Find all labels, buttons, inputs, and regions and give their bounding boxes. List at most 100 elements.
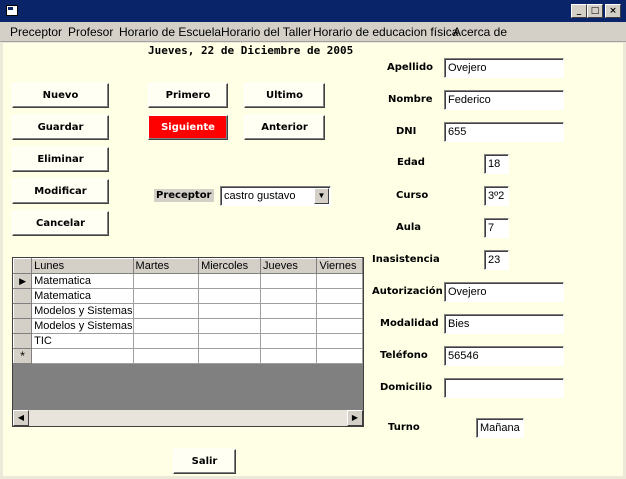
column-header-viernes[interactable]: Viernes — [316, 258, 363, 274]
grid-cell[interactable] — [198, 333, 262, 349]
grid-cell[interactable] — [316, 318, 363, 334]
table-row[interactable]: ▶ Matematica — [13, 273, 363, 289]
table-row[interactable]: Modelos y Sistemas — [13, 303, 363, 319]
grid-cell[interactable]: TIC — [31, 333, 134, 349]
cancelar-button[interactable]: Cancelar — [12, 211, 109, 236]
table-row[interactable]: TIC — [13, 333, 363, 349]
row-selector[interactable] — [13, 318, 33, 334]
app-icon — [6, 5, 18, 16]
grid-cell[interactable] — [132, 273, 200, 289]
nuevo-button[interactable]: Nuevo — [12, 83, 109, 108]
apellido-label: Apellido — [387, 62, 433, 73]
grid-cell[interactable] — [198, 288, 262, 304]
row-selector[interactable] — [13, 303, 33, 319]
table-row[interactable]: Matematica — [13, 288, 363, 304]
grid-cell[interactable] — [316, 348, 363, 364]
grid-cell[interactable] — [198, 348, 262, 364]
grid-cell[interactable] — [260, 303, 318, 319]
grid-cell[interactable]: Modelos y Sistemas — [31, 318, 134, 334]
row-selector[interactable] — [13, 333, 33, 349]
column-header-lunes[interactable]: Lunes — [31, 258, 134, 274]
grid-cell[interactable] — [198, 318, 262, 334]
domicilio-field[interactable] — [444, 378, 564, 398]
menu-bar: Preceptor Profesor Horario de Escuela Ho… — [0, 22, 626, 42]
grid-cell[interactable] — [31, 348, 134, 364]
modalidad-field[interactable]: Bies — [444, 314, 564, 334]
preceptor-label: Preceptor — [154, 189, 214, 202]
telefono-label: Teléfono — [380, 350, 428, 361]
grid-cell[interactable] — [260, 348, 318, 364]
menu-preceptor[interactable]: Preceptor — [10, 25, 62, 39]
nombre-label: Nombre — [388, 94, 433, 105]
grid-cell[interactable]: Matematica — [31, 288, 134, 304]
primero-button[interactable]: Primero — [148, 83, 228, 108]
grid-cell[interactable]: Matematica — [31, 273, 134, 289]
table-row[interactable]: Modelos y Sistemas — [13, 318, 363, 334]
edad-field[interactable]: 18 — [484, 154, 509, 174]
grid-corner — [13, 258, 33, 274]
curso-field[interactable]: 3º2 — [484, 186, 509, 206]
autorizacion-field[interactable]: Ovejero — [444, 282, 564, 302]
ultimo-button[interactable]: Ultimo — [244, 83, 325, 108]
grid-cell[interactable] — [198, 273, 262, 289]
grid-cell[interactable] — [132, 303, 200, 319]
menu-horario-escuela[interactable]: Horario de Escuela — [119, 25, 221, 39]
chevron-down-icon[interactable]: ▼ — [314, 188, 329, 204]
schedule-grid[interactable]: Lunes Martes Miercoles Jueves Viernes ▶ … — [12, 257, 364, 427]
aula-label: Aula — [396, 222, 422, 233]
grid-cell[interactable] — [260, 288, 318, 304]
table-row-new[interactable]: * — [13, 348, 363, 364]
close-button[interactable]: × — [605, 4, 621, 18]
modificar-button[interactable]: Modificar — [12, 179, 109, 204]
anterior-button[interactable]: Anterior — [244, 115, 325, 140]
dni-field[interactable]: 655 — [444, 122, 564, 142]
current-row-icon: ▶ — [13, 273, 33, 289]
guardar-button[interactable]: Guardar — [12, 115, 109, 140]
scroll-left-icon[interactable]: ◀ — [13, 410, 29, 426]
grid-cell[interactable] — [132, 333, 200, 349]
preceptor-combo-value: castro gustavo — [224, 190, 296, 202]
grid-cell[interactable] — [316, 288, 363, 304]
menu-horario-educacion-fisica[interactable]: Horario de educacion física — [313, 25, 458, 39]
eliminar-button[interactable]: Eliminar — [12, 147, 109, 172]
maximize-button[interactable]: □ — [587, 4, 603, 18]
grid-cell[interactable] — [316, 273, 363, 289]
curso-label: Curso — [396, 190, 429, 201]
scroll-right-icon[interactable]: ▶ — [347, 410, 363, 426]
horizontal-scrollbar[interactable]: ◀ ▶ — [13, 410, 363, 426]
row-selector[interactable] — [13, 288, 33, 304]
grid-cell[interactable] — [132, 348, 200, 364]
telefono-field[interactable]: 56546 — [444, 346, 564, 366]
grid-cell[interactable] — [132, 288, 200, 304]
grid-cell[interactable] — [260, 333, 318, 349]
grid-cell[interactable] — [316, 303, 363, 319]
siguiente-button[interactable]: Siguiente — [148, 115, 228, 140]
salir-button[interactable]: Salir — [173, 449, 236, 474]
date-header: Jueves, 22 de Diciembre de 2005 — [148, 44, 354, 57]
aula-field[interactable]: 7 — [484, 218, 509, 238]
autorizacion-label: Autorización — [372, 286, 443, 297]
apellido-field[interactable]: Ovejero — [444, 58, 564, 78]
turno-field[interactable]: Mañana — [476, 418, 524, 438]
menu-horario-taller[interactable]: Horario del Taller — [221, 25, 312, 39]
grid-cell[interactable] — [260, 318, 318, 334]
grid-cell[interactable] — [260, 273, 318, 289]
title-bar: _ □ × — [0, 0, 626, 22]
dni-label: DNI — [396, 126, 417, 137]
grid-cell[interactable] — [316, 333, 363, 349]
edad-label: Edad — [397, 157, 425, 168]
new-row-icon: * — [13, 348, 33, 364]
preceptor-combo[interactable]: castro gustavo ▼ — [220, 186, 331, 206]
menu-profesor[interactable]: Profesor — [68, 25, 113, 39]
menu-acerca-de[interactable]: Acerca de — [453, 25, 507, 39]
inasistencia-field[interactable]: 23 — [484, 250, 509, 270]
column-header-jueves[interactable]: Jueves — [260, 258, 318, 274]
grid-cell[interactable] — [132, 318, 200, 334]
column-header-martes[interactable]: Martes — [132, 258, 200, 274]
grid-cell[interactable] — [198, 303, 262, 319]
minimize-button[interactable]: _ — [571, 4, 587, 18]
nombre-field[interactable]: Federico — [444, 90, 564, 110]
grid-cell[interactable]: Modelos y Sistemas — [31, 303, 134, 319]
turno-label: Turno — [388, 422, 420, 433]
column-header-miercoles[interactable]: Miercoles — [198, 258, 262, 274]
